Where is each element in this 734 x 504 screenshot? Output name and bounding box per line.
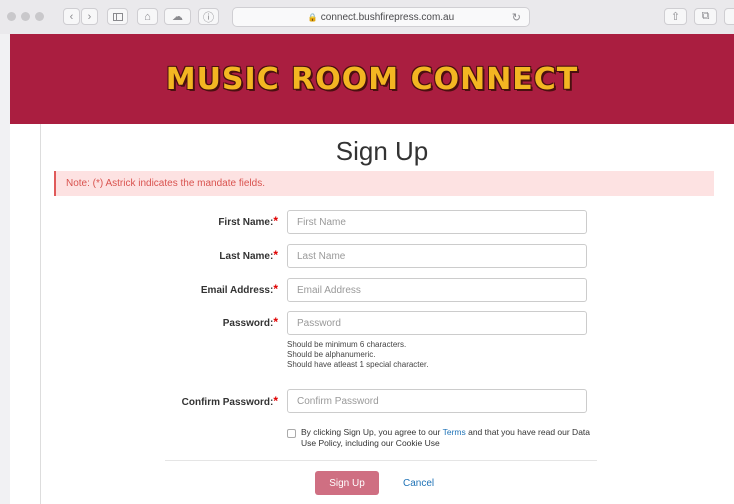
password-hint: Should be alphanumeric. <box>287 350 376 359</box>
back-icon[interactable]: ‹ <box>63 8 80 25</box>
password-hint: Should be minimum 6 characters. <box>287 340 407 349</box>
cancel-link[interactable]: Cancel <box>403 478 434 489</box>
new-tab-icon[interactable] <box>724 8 734 25</box>
lock-icon: 🔒 <box>307 12 318 22</box>
last-name-input[interactable] <box>287 244 587 268</box>
agree-terms-text: By clicking Sign Up, you agree to our Te… <box>301 427 591 448</box>
first-name-input[interactable] <box>287 210 587 234</box>
reload-icon[interactable]: ↻ <box>512 11 521 24</box>
required-star: * <box>273 394 278 408</box>
cloud-icon[interactable]: ☁ <box>164 8 191 25</box>
first-name-label: First Name:* <box>218 214 278 228</box>
share-icon[interactable]: ⇧ <box>664 8 687 25</box>
email-input[interactable] <box>287 278 587 302</box>
confirm-password-label: Confirm Password:* <box>181 394 278 408</box>
agree-terms-checkbox[interactable] <box>287 429 296 438</box>
close-window-icon[interactable] <box>7 12 16 21</box>
form-divider <box>165 460 597 461</box>
window-left-edge <box>0 34 10 504</box>
sidebar-icon[interactable] <box>107 8 128 25</box>
last-name-label: Last Name:* <box>219 248 278 262</box>
site-header-banner: MUSIC ROOM CONNECT <box>10 34 734 124</box>
url-text: connect.bushfirepress.com.au <box>320 11 455 23</box>
password-requirements: Should be minimum 6 characters. Should b… <box>287 340 428 370</box>
minimize-window-icon[interactable] <box>21 12 30 21</box>
required-star: * <box>273 248 278 262</box>
sign-up-button[interactable]: Sign Up <box>315 471 379 495</box>
info-icon[interactable]: ⓘ <box>198 8 219 25</box>
required-fields-note: Note: (*) Astrick indicates the mandate … <box>54 171 714 196</box>
tabs-icon[interactable]: ⧉ <box>694 8 717 25</box>
content-border <box>40 124 41 504</box>
zoom-window-icon[interactable] <box>35 12 44 21</box>
password-hint: Should have atleast 1 special character. <box>287 360 429 369</box>
site-logo[interactable]: MUSIC ROOM CONNECT <box>166 62 579 97</box>
password-label: Password:* <box>222 315 278 329</box>
address-bar[interactable]: 🔒 connect.bushfirepress.com.au ↻ <box>232 7 530 27</box>
confirm-password-input[interactable] <box>287 389 587 413</box>
required-star: * <box>273 214 278 228</box>
browser-toolbar: ‹ › ⌂ ☁ ⓘ 🔒 connect.bushfirepress.com.au… <box>0 0 734 35</box>
required-star: * <box>273 282 278 296</box>
terms-link[interactable]: Terms <box>443 427 466 437</box>
forward-icon[interactable]: › <box>81 8 98 25</box>
page-title: Sign Up <box>335 136 429 166</box>
email-label: Email Address:* <box>200 282 278 296</box>
required-star: * <box>273 315 278 329</box>
home-icon[interactable]: ⌂ <box>137 8 158 25</box>
password-input[interactable] <box>287 311 587 335</box>
